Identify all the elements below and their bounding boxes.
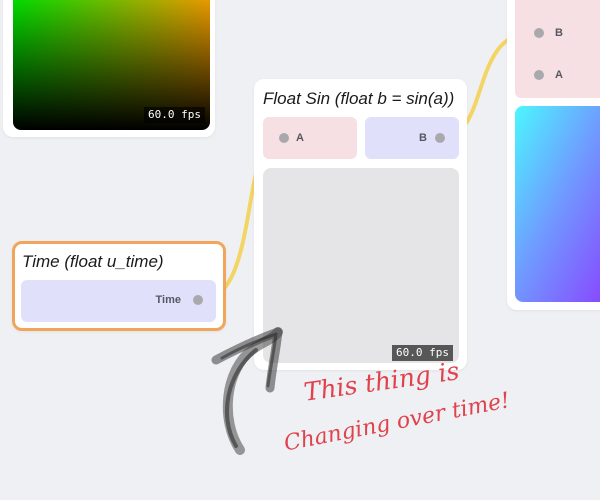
node-title: Time (float u_time)	[22, 252, 164, 271]
node-title: Float Sin (float b = sin(a))	[263, 89, 455, 108]
output-port-time[interactable]: Time	[21, 280, 216, 322]
input-port-a-dot[interactable]	[534, 70, 544, 80]
input-port-b-dot[interactable]	[534, 28, 544, 38]
input-port-b-label: B	[555, 27, 563, 39]
output-port-b-dot[interactable]	[435, 133, 445, 143]
fps-counter: 60.0 fps	[144, 107, 205, 123]
output-port-b-label: B	[419, 132, 427, 144]
output-port-b[interactable]: B	[365, 117, 459, 159]
color-preview-node[interactable]: 60.0 fps	[3, 0, 215, 137]
right-node[interactable]: B A	[507, 0, 600, 310]
time-node[interactable]: Time (float u_time) Time	[12, 241, 226, 331]
input-port-a[interactable]: A	[263, 117, 357, 159]
output-port-time-dot[interactable]	[193, 295, 203, 305]
input-port-a-label: A	[296, 132, 304, 144]
output-preview	[263, 168, 459, 363]
input-port-a-label: A	[555, 69, 563, 81]
input-port-a-dot[interactable]	[279, 133, 289, 143]
input-ports-panel: B A	[515, 0, 600, 98]
float-sin-node[interactable]: Float Sin (float b = sin(a)) A B 60.0 fp…	[254, 79, 467, 370]
gradient-preview	[515, 106, 600, 302]
output-port-time-label: Time	[155, 294, 181, 306]
